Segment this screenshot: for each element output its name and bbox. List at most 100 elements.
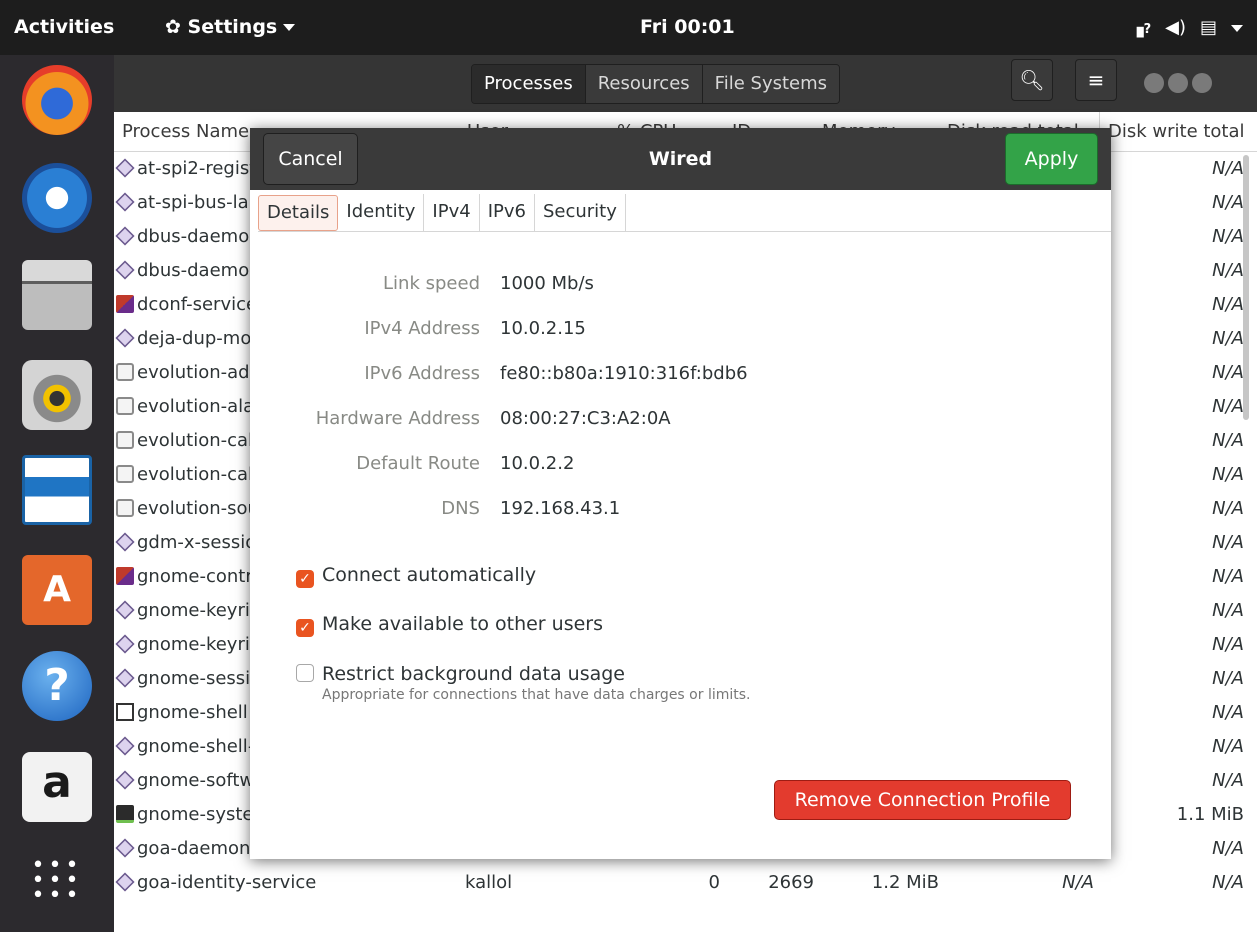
dialog-body: Details Identity IPv4 IPv6 Security Link… — [250, 190, 1111, 859]
minimize-button[interactable] — [1144, 73, 1164, 93]
dialog-header: Wired Cancel Apply — [250, 128, 1111, 190]
process-name-cell: goa-identity-service — [114, 866, 454, 900]
process-gear-icon — [115, 158, 135, 178]
app-menu[interactable]: ✿ Settings — [165, 0, 296, 55]
disk-write-cell: N/A — [1212, 736, 1244, 757]
network-icon: ▗? — [1129, 17, 1152, 38]
tab-resources[interactable]: Resources — [585, 65, 703, 103]
cpu-cell: 0 — [708, 872, 720, 893]
process-gear-icon — [115, 872, 135, 892]
libreoffice-writer-icon[interactable] — [22, 455, 92, 525]
tab-file-systems[interactable]: File Systems — [702, 65, 840, 103]
available-to-others-label: Make available to other users — [322, 613, 604, 635]
link-speed-label: Link speed — [383, 273, 480, 294]
disk-write-cell: N/A — [1212, 838, 1244, 859]
disk-write-cell: N/A — [1212, 192, 1244, 213]
help-icon[interactable]: ? — [22, 651, 92, 721]
process-mail-icon — [116, 465, 134, 483]
process-name: goa-identity-service — [137, 872, 317, 893]
process-gear-icon — [115, 192, 135, 212]
default-route-value: 10.0.2.2 — [500, 453, 575, 474]
table-row[interactable]: goa-identity-service kallol 0 2669 1.2 MiB N/… — [114, 866, 1257, 900]
search-icon: 🔍︎ — [1019, 68, 1045, 92]
process-gear-icon — [115, 668, 135, 688]
files-icon[interactable] — [22, 260, 92, 330]
process-monitor-icon — [116, 805, 134, 823]
apply-button[interactable]: Apply — [1005, 133, 1098, 185]
remove-connection-profile-button[interactable]: Remove Connection Profile — [774, 780, 1071, 820]
show-applications-icon[interactable]: ••• ••• ••• — [30, 850, 84, 907]
process-name: dbus-daemon — [137, 260, 261, 281]
process-name: dconf-service — [137, 294, 258, 315]
disk-write-cell: N/A — [1212, 702, 1244, 723]
top-bar: Activities ✿ Settings Fri 00:01 ▗? ◀) ▤ — [0, 0, 1257, 55]
tab-ipv6[interactable]: IPv6 — [480, 194, 535, 232]
tab-identity[interactable]: Identity — [338, 194, 425, 232]
process-name: gnome-shell — [137, 702, 248, 723]
checkbox-checked-icon: ✓ — [296, 619, 314, 637]
restrict-background-hint: Appropriate for connections that have da… — [322, 687, 751, 703]
default-route-label: Default Route — [356, 453, 480, 474]
link-speed-value: 1000 Mb/s — [500, 273, 594, 294]
process-gear-icon — [115, 260, 135, 280]
tab-ipv4[interactable]: IPv4 — [424, 194, 480, 232]
settings-app-icon: ✿ — [165, 16, 188, 38]
ipv4-address-row: IPv4 Address 10.0.2.15 — [250, 314, 1111, 344]
process-app-icon — [116, 295, 134, 313]
clock[interactable]: Fri 00:01 — [640, 0, 735, 55]
disk-write-cell: N/A — [1212, 362, 1244, 383]
disk-write-cell: N/A — [1212, 396, 1244, 417]
connect-automatically-checkbox[interactable]: ✓ Connect automatically — [296, 560, 536, 590]
disk-write-cell: N/A — [1212, 328, 1244, 349]
thunderbird-icon[interactable] — [22, 163, 92, 233]
process-gear-icon — [115, 226, 135, 246]
restrict-background-label: Restrict background data usage — [322, 663, 625, 685]
wired-settings-dialog: Wired Cancel Apply Details Identity IPv4… — [250, 128, 1111, 859]
menu-button[interactable]: ≡ — [1075, 59, 1117, 101]
disk-write-cell: N/A — [1212, 566, 1244, 587]
process-mail-icon — [116, 499, 134, 517]
rhythmbox-icon[interactable] — [22, 360, 92, 430]
tab-security[interactable]: Security — [535, 194, 626, 232]
disk-write-cell: N/A — [1212, 600, 1244, 621]
disk-write-cell: 1.1 MiB — [1176, 804, 1244, 825]
hardware-address-label: Hardware Address — [315, 408, 480, 429]
close-button[interactable] — [1192, 73, 1212, 93]
amazon-icon[interactable]: a — [22, 752, 92, 822]
memory-cell: 1.2 MiB — [871, 872, 939, 893]
restrict-background-checkbox[interactable]: Restrict background data usage — [296, 659, 625, 689]
system-status-area[interactable]: ▗? ◀) ▤ — [1116, 0, 1243, 55]
disk-write-cell: N/A — [1212, 158, 1244, 179]
tab-details[interactable]: Details — [258, 195, 339, 231]
default-route-row: Default Route 10.0.2.2 — [250, 449, 1111, 479]
disk-write-cell: N/A — [1212, 226, 1244, 247]
dialog-title: Wired — [648, 148, 713, 170]
firefox-icon[interactable] — [22, 65, 92, 135]
activities-button[interactable]: Activities — [14, 0, 114, 55]
available-to-others-checkbox[interactable]: ✓ Make available to other users — [296, 609, 603, 639]
process-gear-icon — [115, 736, 135, 756]
search-button[interactable]: 🔍︎ — [1011, 59, 1053, 101]
id-cell: 2669 — [768, 872, 814, 893]
scrollbar[interactable] — [1243, 155, 1249, 420]
process-gear-icon — [115, 600, 135, 620]
process-mail-icon — [116, 363, 134, 381]
cancel-button[interactable]: Cancel — [263, 133, 358, 185]
dock: A ? a ••• ••• ••• — [0, 55, 114, 932]
process-gear-icon — [115, 634, 135, 654]
system-menu-chevron-icon — [1231, 24, 1243, 32]
process-mail-icon — [116, 397, 134, 415]
tab-processes[interactable]: Processes — [472, 65, 586, 103]
hamburger-icon: ≡ — [1087, 68, 1105, 92]
dns-value: 192.168.43.1 — [500, 498, 621, 519]
process-gear-icon — [115, 328, 135, 348]
column-disk-write[interactable]: Disk write total — [1099, 112, 1257, 152]
dialog-tabs: Details Identity IPv4 IPv6 Security — [258, 194, 1111, 232]
maximize-button[interactable] — [1168, 73, 1188, 93]
disk-write-cell: N/A — [1212, 260, 1244, 281]
software-center-icon[interactable]: A — [22, 555, 92, 625]
ipv4-address-value: 10.0.2.15 — [500, 318, 586, 339]
ipv6-address-value: fe80::b80a:1910:316f:bdb6 — [500, 363, 748, 384]
disk-write-cell: N/A — [1212, 294, 1244, 315]
view-switcher: Processes Resources File Systems — [471, 64, 841, 104]
